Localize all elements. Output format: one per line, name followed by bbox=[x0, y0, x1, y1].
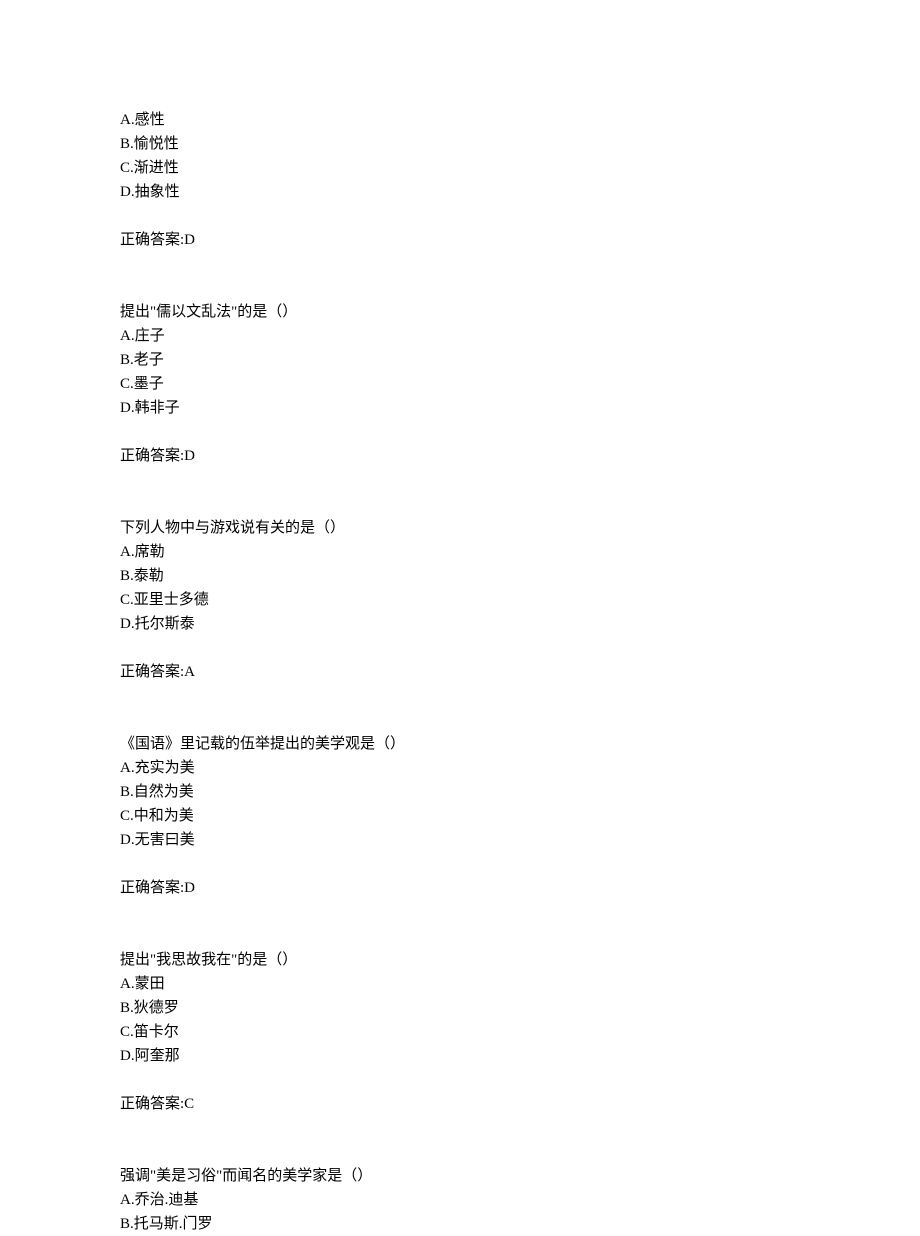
option-b: B.泰勒 bbox=[120, 564, 920, 588]
answer-text: 正确答案:D bbox=[120, 876, 920, 900]
question-block-3: 《国语》里记载的伍举提出的美学观是（） A.充实为美 B.自然为美 C.中和为美… bbox=[120, 732, 920, 900]
option-a: A.庄子 bbox=[120, 324, 920, 348]
option-c: C.亚里士多德 bbox=[120, 588, 920, 612]
option-c: C.中和为美 bbox=[120, 804, 920, 828]
answer-text: 正确答案:C bbox=[120, 1092, 920, 1116]
question-prompt: 《国语》里记载的伍举提出的美学观是（） bbox=[120, 732, 920, 756]
option-b: B.愉悦性 bbox=[120, 132, 920, 156]
option-a: A.乔治.迪基 bbox=[120, 1188, 920, 1212]
option-d: D.无害曰美 bbox=[120, 828, 920, 852]
option-c: C.渐进性 bbox=[120, 156, 920, 180]
option-c: C.笛卡尔 bbox=[120, 1020, 920, 1044]
option-d: D.托尔斯泰 bbox=[120, 612, 920, 636]
question-block-4: 提出"我思故我在"的是（） A.蒙田 B.狄德罗 C.笛卡尔 D.阿奎那 正确答… bbox=[120, 948, 920, 1116]
option-a: A.席勒 bbox=[120, 540, 920, 564]
question-block-0: A.感性 B.愉悦性 C.渐进性 D.抽象性 正确答案:D bbox=[120, 108, 920, 252]
option-b: B.老子 bbox=[120, 348, 920, 372]
option-c: C.墨子 bbox=[120, 372, 920, 396]
question-prompt: 下列人物中与游戏说有关的是（） bbox=[120, 516, 920, 540]
option-b: B.自然为美 bbox=[120, 780, 920, 804]
option-d: D.韩非子 bbox=[120, 396, 920, 420]
answer-text: 正确答案:A bbox=[120, 660, 920, 684]
option-d: D.抽象性 bbox=[120, 180, 920, 204]
option-a: A.感性 bbox=[120, 108, 920, 132]
question-prompt: 提出"我思故我在"的是（） bbox=[120, 948, 920, 972]
question-block-1: 提出"儒以文乱法"的是（） A.庄子 B.老子 C.墨子 D.韩非子 正确答案:… bbox=[120, 300, 920, 468]
option-b: B.托马斯.门罗 bbox=[120, 1212, 920, 1236]
question-block-5: 强调"美是习俗"而闻名的美学家是（） A.乔治.迪基 B.托马斯.门罗 bbox=[120, 1164, 920, 1236]
option-b: B.狄德罗 bbox=[120, 996, 920, 1020]
answer-text: 正确答案:D bbox=[120, 444, 920, 468]
question-prompt: 提出"儒以文乱法"的是（） bbox=[120, 300, 920, 324]
option-a: A.蒙田 bbox=[120, 972, 920, 996]
option-d: D.阿奎那 bbox=[120, 1044, 920, 1068]
question-block-2: 下列人物中与游戏说有关的是（） A.席勒 B.泰勒 C.亚里士多德 D.托尔斯泰… bbox=[120, 516, 920, 684]
question-prompt: 强调"美是习俗"而闻名的美学家是（） bbox=[120, 1164, 920, 1188]
answer-text: 正确答案:D bbox=[120, 228, 920, 252]
option-a: A.充实为美 bbox=[120, 756, 920, 780]
